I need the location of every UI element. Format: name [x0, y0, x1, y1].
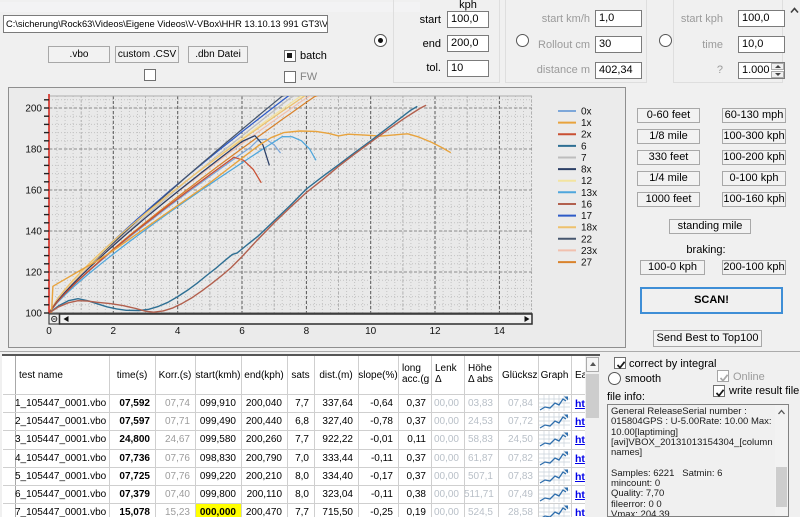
svg-text:12: 12 — [429, 326, 441, 337]
svg-text:12: 12 — [581, 176, 593, 187]
svg-text:120: 120 — [25, 268, 42, 279]
svg-text:2: 2 — [111, 326, 117, 337]
svg-text:0x: 0x — [581, 107, 592, 118]
svg-text:23x: 23x — [581, 246, 597, 257]
svg-text:4: 4 — [175, 326, 181, 337]
svg-text:0: 0 — [46, 326, 52, 337]
svg-text:100: 100 — [25, 309, 42, 320]
svg-text:22: 22 — [581, 234, 593, 245]
svg-text:13x: 13x — [581, 188, 597, 199]
svg-text:160: 160 — [25, 186, 42, 197]
svg-text:8x: 8x — [581, 165, 592, 176]
svg-text:14: 14 — [494, 326, 506, 337]
svg-text:8: 8 — [304, 326, 310, 337]
svg-text:2x: 2x — [581, 130, 592, 141]
svg-text:17: 17 — [581, 211, 593, 222]
svg-text:6: 6 — [239, 326, 245, 337]
svg-text:7: 7 — [581, 153, 587, 164]
svg-text:27: 27 — [581, 258, 593, 269]
svg-text:200: 200 — [25, 104, 42, 115]
svg-text:10: 10 — [365, 326, 377, 337]
svg-text:1x: 1x — [581, 118, 592, 129]
svg-text:180: 180 — [25, 145, 42, 156]
svg-text:18x: 18x — [581, 223, 597, 234]
svg-text:6: 6 — [581, 141, 587, 152]
svg-text:16: 16 — [581, 200, 593, 211]
svg-text:140: 140 — [25, 227, 42, 238]
